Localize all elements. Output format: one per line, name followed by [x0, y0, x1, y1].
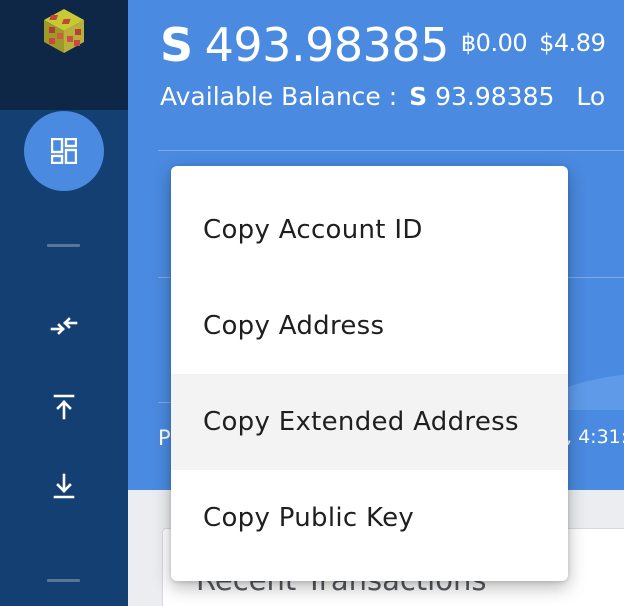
copy-menu: Copy Account ID Copy Address Copy Extend…: [171, 166, 568, 581]
send-icon: [53, 394, 75, 420]
sidebar-item-dashboard[interactable]: [24, 111, 104, 191]
sidebar-item-exchange[interactable]: [49, 311, 79, 341]
available-coin-symbol: S: [409, 82, 428, 111]
btc-value: ฿0.00: [460, 29, 528, 57]
menu-item-copy-address[interactable]: Copy Address: [171, 278, 568, 374]
header-divider: [158, 150, 624, 151]
available-balance: Available Balance : S 93.98385 Lo: [160, 82, 605, 111]
app-window: S 493.98385 ฿0.00 $4.89 Available Balance :…: [0, 0, 624, 606]
sidebar-header: [0, 0, 128, 110]
exchange-icon: [50, 317, 78, 335]
sidebar-item-send[interactable]: [49, 392, 79, 422]
menu-item-copy-extended-address[interactable]: Copy Extended Address: [171, 374, 568, 470]
menu-item-copy-account-id[interactable]: Copy Account ID: [171, 182, 568, 278]
menu-item-copy-public-key[interactable]: Copy Public Key: [171, 470, 568, 566]
total-balance: S 493.98385 ฿0.00 $4.89: [160, 18, 606, 72]
usd-value: $4.89: [539, 29, 606, 57]
dashboard-icon: [51, 138, 77, 164]
sidebar: [0, 0, 128, 606]
receive-icon: [53, 473, 75, 499]
available-value: 93.98385: [435, 82, 555, 111]
sidebar-divider: [47, 579, 80, 582]
chart-wave: [560, 374, 624, 410]
sidebar-item-receive[interactable]: [49, 471, 79, 501]
peek-text-left: P: [158, 426, 171, 450]
locked-label: Lo: [576, 82, 606, 111]
sidebar-divider: [47, 244, 80, 247]
app-logo-icon: [44, 9, 84, 53]
available-label: Available Balance :: [160, 82, 398, 111]
peek-text-right: , 4:31:2: [566, 426, 624, 448]
total-balance-value: 493.98385: [204, 18, 450, 72]
coin-symbol: S: [160, 18, 193, 72]
